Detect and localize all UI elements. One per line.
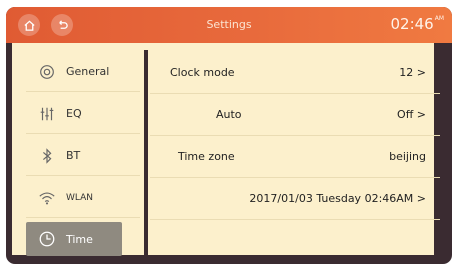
panel-divider bbox=[144, 50, 148, 262]
sidebar-item-wlan[interactable]: WLAN bbox=[26, 178, 140, 218]
sidebar-item-eq[interactable]: EQ bbox=[26, 94, 140, 134]
sidebar-item-label: BT bbox=[66, 149, 81, 162]
equalizer-icon bbox=[36, 103, 58, 125]
sidebar-item-label: WLAN bbox=[66, 192, 94, 203]
wifi-icon bbox=[36, 187, 58, 209]
clock-icon bbox=[36, 228, 58, 250]
settings-sidebar: General EQ BT WLAN Time bbox=[18, 50, 146, 262]
clock-time: 02:46 bbox=[390, 15, 434, 33]
sidebar-item-label: EQ bbox=[66, 107, 82, 120]
setting-value: beijing bbox=[389, 150, 426, 163]
sidebar-item-bt[interactable]: BT bbox=[26, 136, 140, 176]
setting-label: Auto bbox=[216, 108, 242, 121]
sidebar-item-time[interactable]: Time bbox=[26, 222, 122, 256]
setting-time-zone[interactable]: Time zone beijing bbox=[150, 136, 440, 178]
bluetooth-icon bbox=[36, 145, 58, 167]
setting-auto[interactable]: Auto Off > bbox=[150, 94, 440, 136]
sidebar-item-label: General bbox=[66, 65, 110, 78]
title-bar: Settings 02:46AM bbox=[6, 7, 452, 43]
setting-value: 12 > bbox=[399, 66, 426, 79]
sidebar-item-general[interactable]: General bbox=[26, 52, 140, 92]
sidebar-item-label: Time bbox=[66, 232, 93, 246]
setting-value: Off > bbox=[397, 108, 426, 121]
setting-label: Clock mode bbox=[170, 66, 235, 79]
gear-icon bbox=[36, 61, 58, 83]
setting-value: 2017/01/03 Tuesday 02:46AM > bbox=[249, 192, 426, 205]
status-clock: 02:46AM bbox=[390, 15, 444, 33]
setting-label: Time zone bbox=[178, 150, 235, 163]
clock-suffix: AM bbox=[434, 15, 444, 22]
setting-date-time[interactable]: 2017/01/03 Tuesday 02:46AM > bbox=[150, 178, 440, 220]
setting-clock-mode[interactable]: Clock mode 12 > bbox=[150, 52, 440, 94]
page-title: Settings bbox=[206, 18, 252, 31]
